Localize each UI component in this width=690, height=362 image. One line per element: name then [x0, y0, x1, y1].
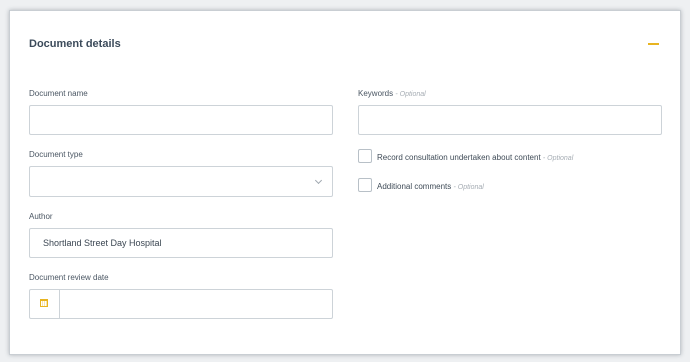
- record-consultation-checkbox[interactable]: [358, 149, 372, 163]
- keywords-optional-tag: - Optional: [395, 91, 426, 98]
- record-consultation-label[interactable]: Record consultation undertaken about con…: [377, 153, 573, 162]
- minus-icon[interactable]: [648, 43, 659, 45]
- section-title: Document details: [29, 38, 121, 50]
- calendar-icon: [40, 299, 48, 307]
- record-consultation-label-text: Record consultation undertaken about con…: [377, 153, 541, 162]
- document-name-label: Document name: [29, 89, 88, 98]
- keywords-input[interactable]: [358, 105, 662, 135]
- additional-comments-label-text: Additional comments: [377, 182, 452, 191]
- keywords-label: Keywords - Optional: [358, 89, 426, 98]
- additional-comments-optional-tag: - Optional: [453, 184, 484, 191]
- author-label: Author: [29, 212, 53, 221]
- author-input[interactable]: Shortland Street Day Hospital: [29, 228, 333, 258]
- keywords-label-text: Keywords: [358, 89, 394, 98]
- calendar-button[interactable]: [30, 290, 60, 318]
- document-name-input[interactable]: [29, 105, 333, 135]
- additional-comments-label[interactable]: Additional comments - Optional: [377, 182, 484, 191]
- author-value: Shortland Street Day Hospital: [43, 238, 162, 248]
- review-date-input[interactable]: [29, 289, 333, 319]
- chevron-down-icon: [314, 176, 323, 185]
- record-consultation-optional-tag: - Optional: [542, 155, 574, 162]
- review-date-label: Document review date: [29, 273, 109, 282]
- additional-comments-checkbox[interactable]: [358, 178, 372, 192]
- document-type-select[interactable]: [29, 166, 333, 197]
- document-type-label: Document type: [29, 150, 83, 159]
- document-details-card: Document details Document name Document …: [9, 10, 681, 355]
